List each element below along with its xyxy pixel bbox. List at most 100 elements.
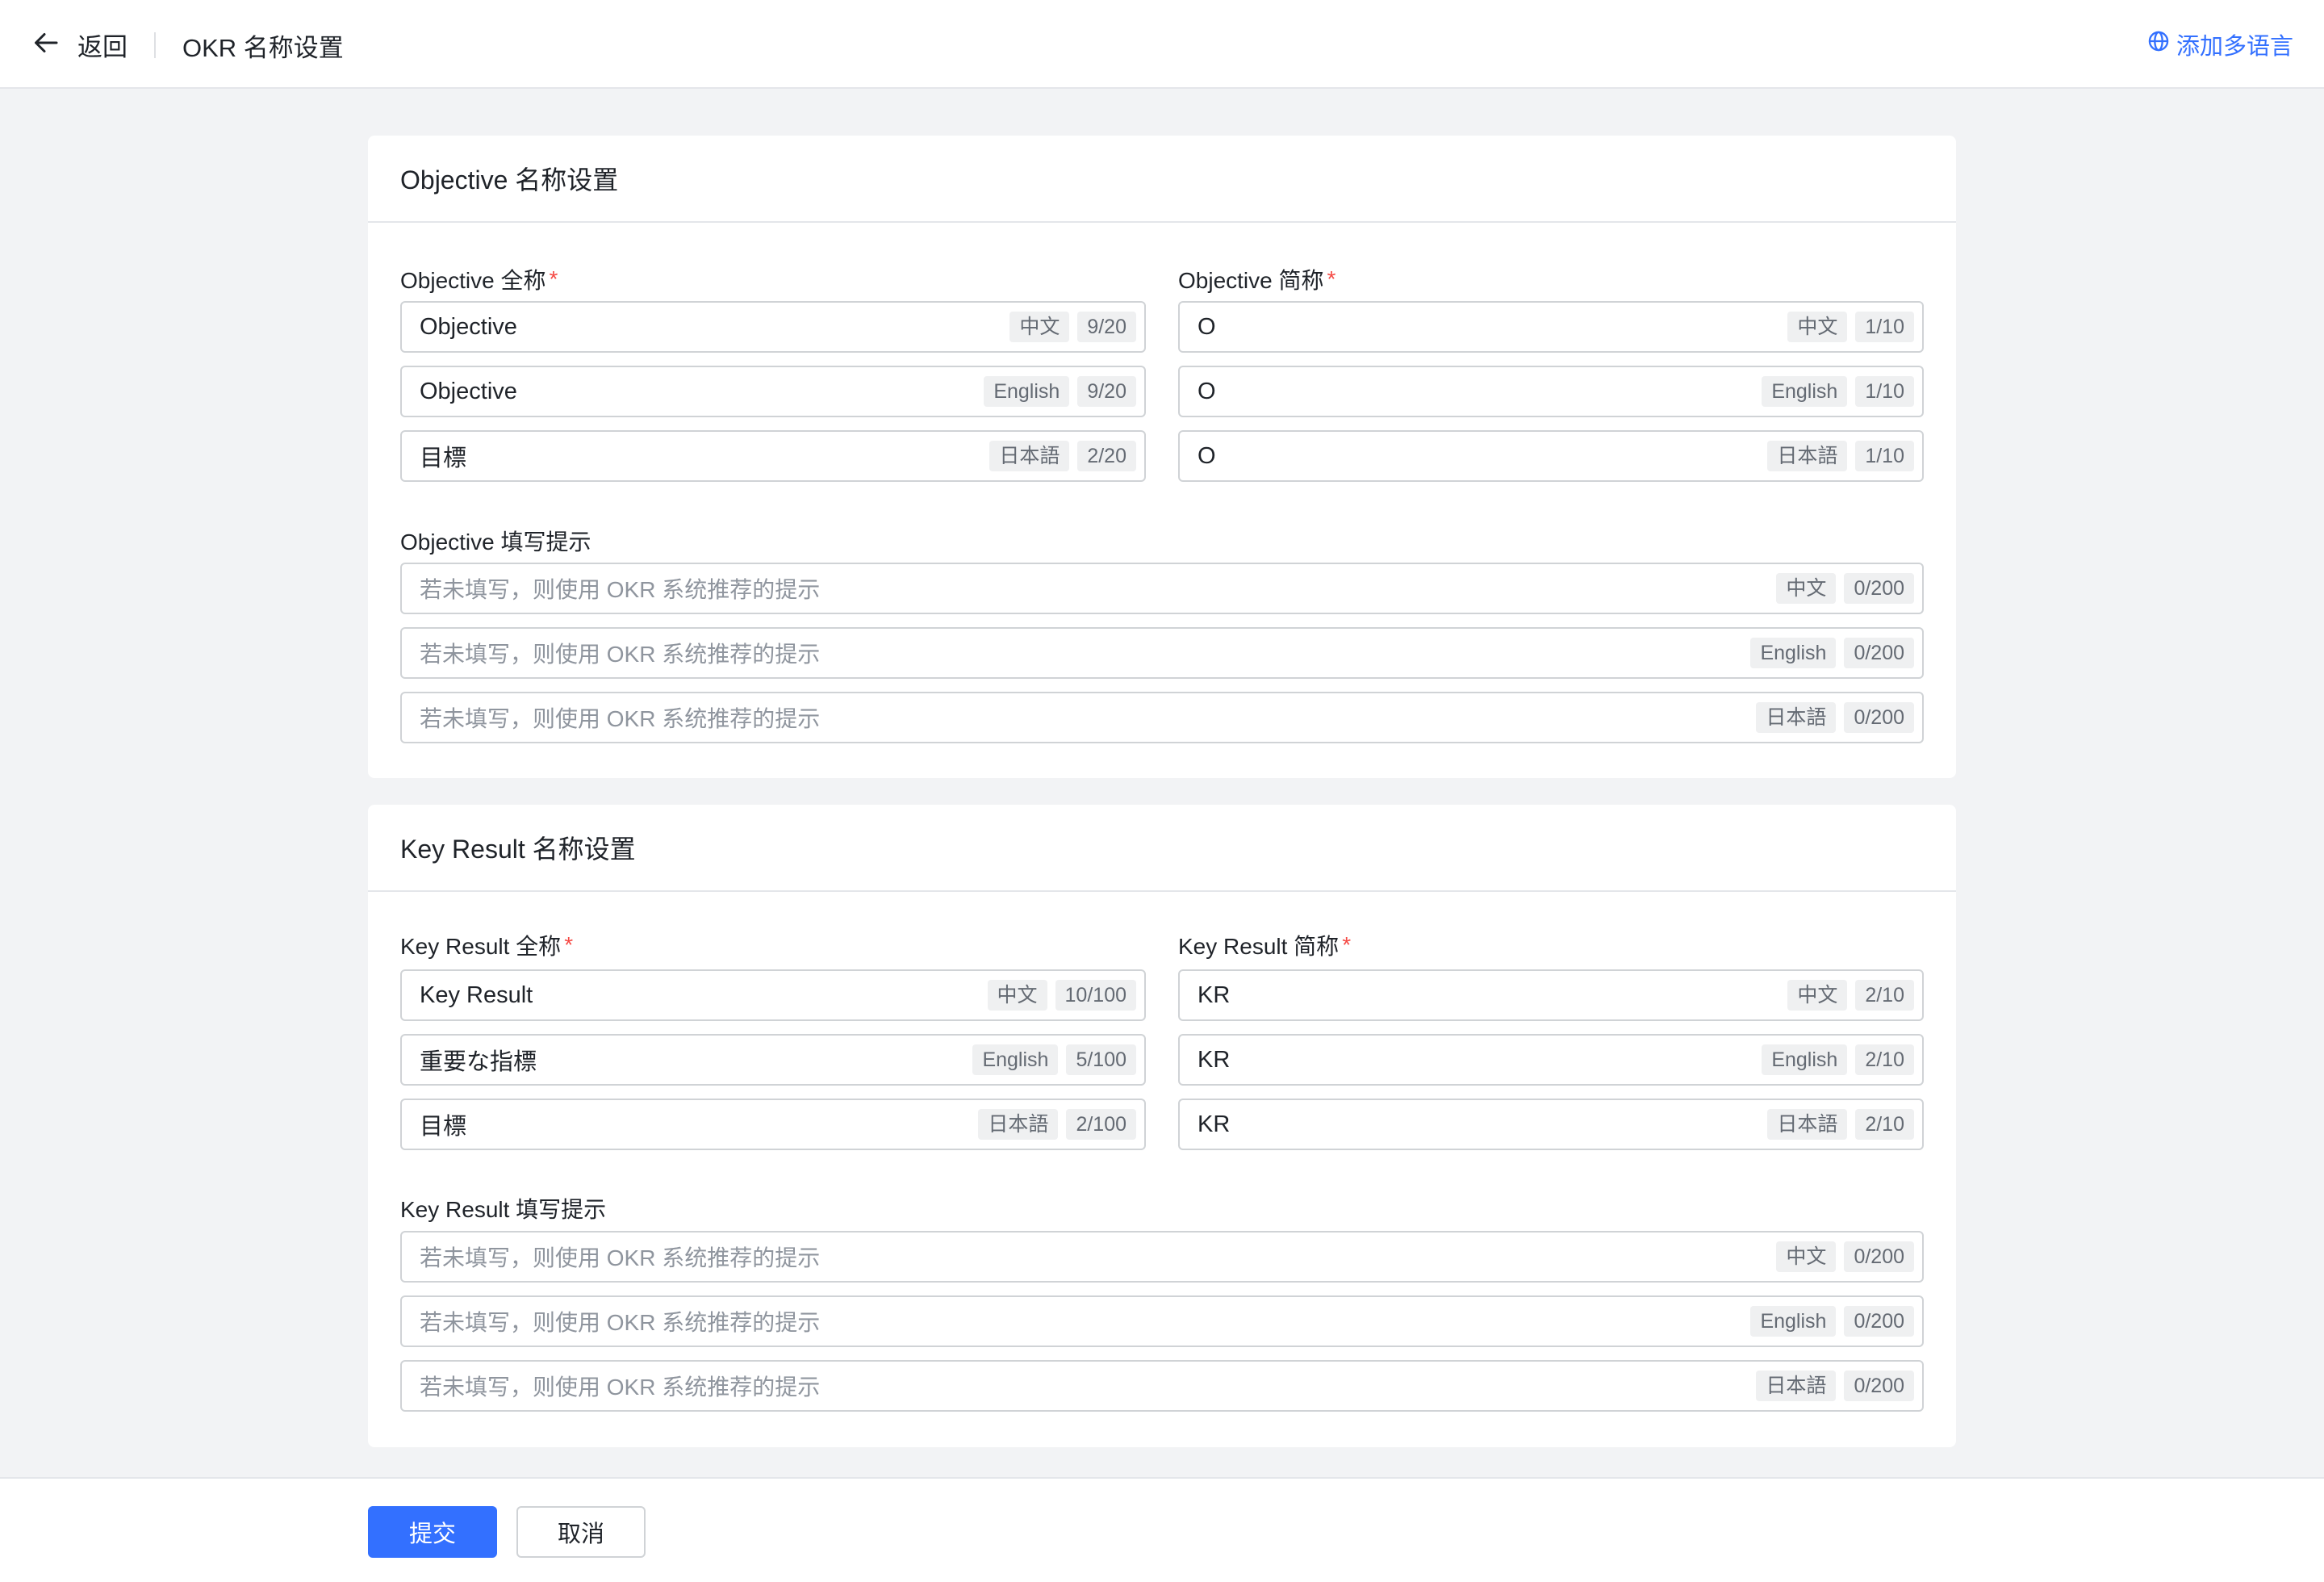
objective-hint-en-input[interactable]: 若未填写，则使用 OKR 系统推荐的提示 English 0/200 [400, 627, 1924, 679]
key-result-short-name-label: Key Result 简称 * [1178, 929, 1351, 961]
objective-full-name-zh-input[interactable]: Objective 中文 9/20 [400, 301, 1146, 353]
char-counter: 1/10 [1855, 441, 1914, 471]
add-language-label: 添加多语言 [2176, 34, 2293, 60]
char-counter: 0/200 [1844, 1241, 1914, 1272]
language-tag: 中文 [1776, 573, 1837, 604]
char-counter: 2/20 [1077, 441, 1136, 471]
label-text: Objective 全称 [400, 268, 546, 293]
language-tag: English [1762, 1044, 1848, 1075]
cancel-button[interactable]: 取消 [516, 1506, 646, 1558]
language-tag: 日本語 [1767, 1109, 1848, 1140]
language-tag: English [1750, 1306, 1837, 1337]
language-tag: 日本語 [1767, 441, 1848, 471]
char-counter: 9/20 [1077, 376, 1136, 407]
page-title: OKR 名称设置 [182, 34, 344, 62]
language-tag: English [984, 376, 1070, 407]
key-result-hint-label: Key Result 填写提示 [400, 1197, 607, 1222]
input-value: Key Result [420, 981, 533, 1008]
objective-full-name-en-input[interactable]: Objective English 9/20 [400, 366, 1146, 417]
char-counter: 2/10 [1855, 980, 1914, 1011]
top-bar: 返回 OKR 名称设置 添加多语言 [0, 0, 2324, 89]
key-result-full-name-ja-input[interactable]: 目標 日本語 2/100 [400, 1099, 1146, 1150]
key-result-short-name-zh-input[interactable]: KR 中文 2/10 [1178, 969, 1924, 1021]
objective-full-name-label: Objective 全称 * [400, 263, 558, 295]
language-tag: 日本語 [978, 1109, 1059, 1140]
char-counter: 2/10 [1855, 1109, 1914, 1140]
language-tag: 日本語 [989, 441, 1070, 471]
char-counter: 2/10 [1855, 1044, 1914, 1075]
input-placeholder: 若未填写，则使用 OKR 系统推荐的提示 [420, 1375, 821, 1400]
input-value: 目標 [420, 446, 467, 471]
char-counter: 2/100 [1066, 1109, 1136, 1140]
objective-short-name-ja-input[interactable]: O 日本語 1/10 [1178, 430, 1924, 482]
input-value: Objective [420, 378, 517, 404]
char-counter: 9/20 [1077, 312, 1136, 342]
input-value: KR [1198, 1046, 1231, 1073]
language-tag: English [1750, 638, 1837, 668]
key-result-full-name-en-input[interactable]: 重要な指標 English 5/100 [400, 1034, 1146, 1086]
language-tag: English [1762, 376, 1848, 407]
key-result-settings-card: Key Result 名称设置 Key Result 全称 * Key Resul… [368, 805, 1956, 1447]
label-text: Key Result 简称 [1178, 934, 1340, 959]
input-value: KR [1198, 981, 1231, 1008]
input-value: Objective [420, 313, 517, 340]
language-tag: English [972, 1044, 1059, 1075]
add-language-button[interactable]: 添加多语言 [2147, 27, 2293, 61]
key-result-full-name-zh-input[interactable]: Key Result 中文 10/100 [400, 969, 1146, 1021]
input-value: O [1198, 378, 1216, 404]
key-result-short-name-ja-input[interactable]: KR 日本語 2/10 [1178, 1099, 1924, 1150]
char-counter: 0/200 [1844, 573, 1914, 604]
required-mark: * [1342, 932, 1352, 957]
arrow-left-icon [32, 28, 61, 61]
label-text: Key Result 全称 [400, 934, 562, 959]
objective-section-title: Objective 名称设置 [368, 136, 1956, 223]
label-text: Objective 简称 [1178, 268, 1324, 293]
input-placeholder: 若未填写，则使用 OKR 系统推荐的提示 [420, 706, 821, 731]
globe-icon [2147, 30, 2176, 59]
char-counter: 1/10 [1855, 376, 1914, 407]
char-counter: 5/100 [1066, 1044, 1136, 1075]
submit-button[interactable]: 提交 [368, 1506, 497, 1558]
footer-bar: 提交 取消 [0, 1477, 2324, 1582]
objective-hint-label: Objective 填写提示 [400, 529, 591, 555]
objective-short-name-label: Objective 简称 * [1178, 263, 1335, 295]
objective-hint-zh-input[interactable]: 若未填写，则使用 OKR 系统推荐的提示 中文 0/200 [400, 563, 1924, 614]
input-value: O [1198, 442, 1216, 469]
input-value: KR [1198, 1111, 1231, 1137]
language-tag: 日本語 [1756, 1371, 1837, 1401]
language-tag: 中文 [1009, 312, 1070, 342]
required-mark: * [549, 266, 558, 291]
objective-short-name-zh-input[interactable]: O 中文 1/10 [1178, 301, 1924, 353]
char-counter: 0/200 [1844, 1306, 1914, 1337]
input-value: 目標 [420, 1114, 467, 1140]
char-counter: 10/100 [1055, 980, 1136, 1011]
key-result-section-title: Key Result 名称设置 [368, 805, 1956, 892]
objective-settings-card: Objective 名称设置 Objective 全称 * Objective 简… [368, 136, 1956, 778]
language-tag: 中文 [1787, 312, 1848, 342]
key-result-hint-en-input[interactable]: 若未填写，则使用 OKR 系统推荐的提示 English 0/200 [400, 1295, 1924, 1347]
key-result-full-name-label: Key Result 全称 * [400, 929, 573, 961]
input-placeholder: 若未填写，则使用 OKR 系统推荐的提示 [420, 1245, 821, 1270]
language-tag: 中文 [1787, 980, 1848, 1011]
required-mark: * [1327, 266, 1336, 291]
key-result-short-name-en-input[interactable]: KR English 2/10 [1178, 1034, 1924, 1086]
input-value: O [1198, 313, 1216, 340]
input-placeholder: 若未填写，则使用 OKR 系统推荐的提示 [420, 1310, 821, 1335]
char-counter: 0/200 [1844, 638, 1914, 668]
input-placeholder: 若未填写，则使用 OKR 系统推荐的提示 [420, 642, 821, 667]
char-counter: 1/10 [1855, 312, 1914, 342]
key-result-hint-ja-input[interactable]: 若未填写，则使用 OKR 系统推荐的提示 日本語 0/200 [400, 1360, 1924, 1412]
objective-hint-ja-input[interactable]: 若未填写，则使用 OKR 系统推荐的提示 日本語 0/200 [400, 692, 1924, 743]
header-divider [154, 32, 156, 58]
language-tag: 中文 [987, 980, 1047, 1011]
language-tag: 日本語 [1756, 702, 1837, 733]
input-placeholder: 若未填写，则使用 OKR 系统推荐的提示 [420, 577, 821, 602]
required-mark: * [564, 932, 574, 957]
back-label: 返回 [77, 32, 127, 61]
back-button[interactable]: 返回 [32, 24, 127, 65]
char-counter: 0/200 [1844, 702, 1914, 733]
objective-short-name-en-input[interactable]: O English 1/10 [1178, 366, 1924, 417]
key-result-hint-zh-input[interactable]: 若未填写，则使用 OKR 系统推荐的提示 中文 0/200 [400, 1231, 1924, 1283]
input-value: 重要な指標 [420, 1049, 537, 1075]
objective-full-name-ja-input[interactable]: 目標 日本語 2/20 [400, 430, 1146, 482]
